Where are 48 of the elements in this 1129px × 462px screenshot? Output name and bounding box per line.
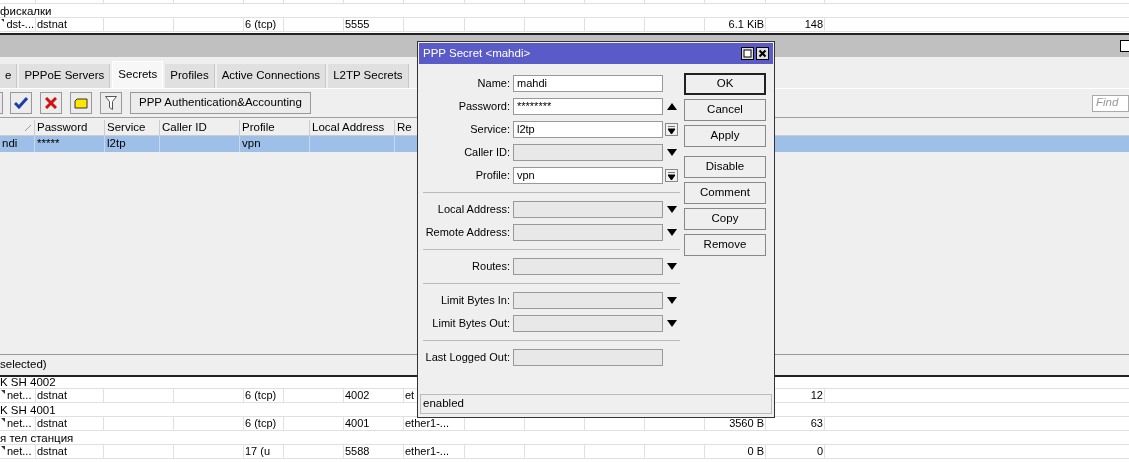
table-cell: l2tp (107, 137, 126, 149)
rule-comment: я тел станция (0, 430, 74, 445)
field-label: Limit Bytes In: (439, 293, 511, 309)
field-label: Name: (476, 76, 511, 92)
field-label: Last Logged Out: (424, 350, 511, 366)
table-cell: 0 B (747, 445, 764, 458)
table-cell: 5588 (345, 445, 370, 458)
field-label: Limit Bytes Out: (431, 316, 511, 332)
field-label: Routes: (471, 259, 511, 275)
status-text: enabled (423, 396, 464, 412)
table-cell: 0 (816, 445, 823, 458)
dialog-title: PPP Secret <mahdi> (423, 45, 531, 61)
table-cell: et (405, 389, 415, 402)
table-cell: 148 (804, 18, 823, 31)
table-cell: ndi (2, 137, 18, 149)
field-label: Caller ID: (463, 145, 511, 161)
table-cell: 6 (tcp) (245, 417, 277, 430)
table-cell: 5555 (345, 18, 370, 31)
table-cell: dstnat (37, 18, 67, 31)
field-label: Service: (469, 122, 511, 138)
table-cell: vpn (242, 137, 261, 149)
table-cell: 6 (tcp) (245, 389, 277, 402)
table-cell: dstnat (37, 417, 67, 430)
rule-comment: K SH 4001 (0, 402, 56, 417)
table-cell: 6.1 KiB (728, 18, 764, 31)
table-cell: 4002 (345, 389, 370, 402)
table-cell: dstnat (37, 445, 67, 458)
field-label: Local Address: (436, 202, 511, 218)
status-text: selected) (0, 357, 47, 373)
table-cell: net... (7, 417, 32, 430)
table-cell: ***** (37, 137, 60, 149)
table-cell: 4001 (345, 417, 370, 430)
table-cell: 63 (810, 417, 823, 430)
rule-comment: K SH 4002 (0, 374, 56, 389)
field-label: Remote Address: (424, 225, 511, 241)
table-cell: net... (7, 445, 32, 458)
table-cell: net... (7, 389, 32, 402)
rule-comment: фискалки (0, 3, 52, 18)
table-cell: dstnat (37, 389, 67, 402)
table-cell: 3560 B (729, 417, 764, 430)
table-cell: dst-... (6, 18, 34, 31)
table-cell: 6 (tcp) (245, 18, 277, 31)
field-label: Profile: (474, 168, 511, 184)
table-cell: 17 (u (245, 445, 271, 458)
table-cell: ether1-... (405, 445, 450, 458)
table-cell: 12 (810, 389, 823, 402)
table-cell: ether1-... (405, 417, 450, 430)
field-label: Password: (457, 99, 511, 115)
